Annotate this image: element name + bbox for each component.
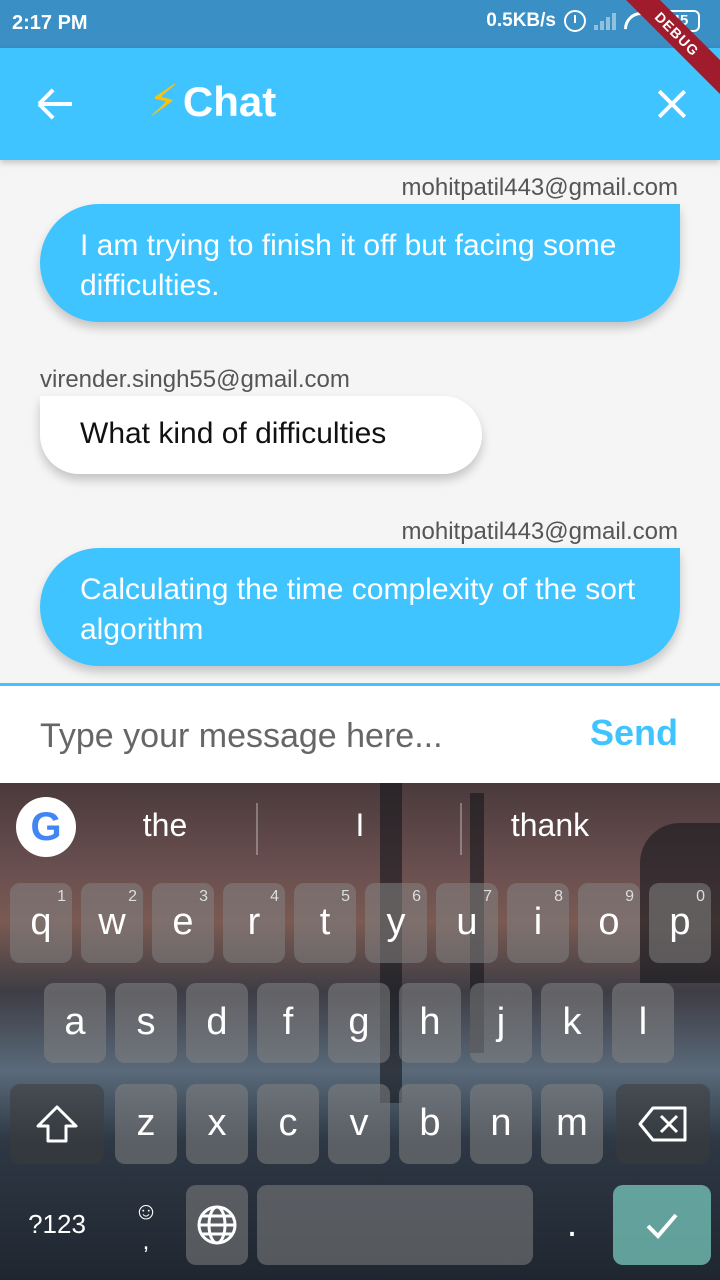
- key-label: r: [247, 901, 261, 943]
- key-o[interactable]: 9o: [578, 883, 640, 963]
- key-number-hint: 7: [483, 888, 492, 905]
- key-label: y: [386, 901, 406, 943]
- lightning-bolt-icon: ⚡: [148, 77, 179, 126]
- suggestion-bar: G the I thank: [0, 783, 720, 875]
- backspace-key[interactable]: [616, 1084, 710, 1164]
- key-u[interactable]: 7u: [436, 883, 498, 963]
- key-k[interactable]: k: [541, 983, 603, 1063]
- space-key[interactable]: [257, 1185, 533, 1265]
- google-logo-icon[interactable]: G: [16, 797, 76, 857]
- key-label: w: [98, 901, 126, 943]
- comma-label: ,: [142, 1228, 150, 1255]
- message-list[interactable]: mohitpatil443@gmail.com I am trying to f…: [0, 160, 720, 683]
- soft-keyboard: G the I thank 1q2w3e4r5t6y7u8i9o0p asdfg…: [0, 783, 720, 1280]
- key-f[interactable]: f: [257, 983, 319, 1063]
- key-number-hint: 4: [270, 888, 279, 905]
- enter-key[interactable]: [613, 1185, 711, 1265]
- key-label: u: [456, 901, 478, 943]
- key-v[interactable]: v: [328, 1084, 390, 1164]
- key-g[interactable]: g: [328, 983, 390, 1063]
- emoji-comma-key[interactable]: ☺ ,: [115, 1185, 177, 1265]
- key-number-hint: 0: [696, 888, 705, 905]
- key-w[interactable]: 2w: [81, 883, 143, 963]
- alarm-icon: [564, 10, 586, 32]
- key-e[interactable]: 3e: [152, 883, 214, 963]
- key-number-hint: 3: [199, 888, 208, 905]
- language-key[interactable]: [186, 1185, 248, 1265]
- key-n[interactable]: n: [470, 1084, 532, 1164]
- key-number-hint: 6: [412, 888, 421, 905]
- key-p[interactable]: 0p: [649, 883, 711, 963]
- message-text: What kind of difficulties: [80, 417, 387, 450]
- key-label: o: [598, 901, 620, 943]
- signal-icon: [594, 12, 616, 30]
- close-icon[interactable]: [654, 86, 690, 122]
- suggestion-item[interactable]: I: [320, 807, 400, 844]
- back-arrow-icon[interactable]: [36, 84, 76, 124]
- send-button[interactable]: Send: [590, 712, 678, 754]
- key-m[interactable]: m: [541, 1084, 603, 1164]
- message-sender: mohitpatil443@gmail.com: [401, 174, 678, 201]
- key-label: q: [30, 901, 52, 943]
- period-key[interactable]: .: [541, 1185, 603, 1265]
- key-label: e: [172, 901, 194, 943]
- message-composer: Send: [0, 683, 720, 783]
- key-h[interactable]: h: [399, 983, 461, 1063]
- network-speed: 0.5KB/s: [486, 10, 556, 31]
- app-bar: ⚡ Chat: [0, 48, 720, 160]
- message-input[interactable]: [40, 714, 560, 758]
- title-text: Chat: [182, 77, 277, 125]
- key-q[interactable]: 1q: [10, 883, 72, 963]
- key-label: p: [669, 901, 691, 943]
- key-c[interactable]: c: [257, 1084, 319, 1164]
- key-l[interactable]: l: [612, 983, 674, 1063]
- key-j[interactable]: j: [470, 983, 532, 1063]
- shift-key[interactable]: [10, 1084, 104, 1164]
- key-d[interactable]: d: [186, 983, 248, 1063]
- shift-arrow-icon: [36, 1105, 78, 1143]
- suggestion-item[interactable]: thank: [490, 807, 610, 844]
- key-r[interactable]: 4r: [223, 883, 285, 963]
- status-bar: 2:17 PM 0.5KB/s 45: [0, 0, 720, 48]
- page-title: ⚡ Chat: [148, 76, 276, 127]
- message-bubble-sent: I am trying to finish it off but facing …: [40, 204, 680, 322]
- key-number-hint: 5: [341, 888, 350, 905]
- message-text: Calculating the time complexity of the s…: [80, 573, 636, 646]
- globe-icon: [197, 1205, 237, 1245]
- message-bubble-received: What kind of difficulties: [40, 396, 482, 474]
- message-text: I am trying to finish it off but facing …: [80, 229, 617, 302]
- message-sender: mohitpatil443@gmail.com: [401, 518, 678, 545]
- key-x[interactable]: x: [186, 1084, 248, 1164]
- key-number-hint: 1: [57, 888, 66, 905]
- key-label: i: [533, 901, 543, 943]
- key-number-hint: 8: [554, 888, 563, 905]
- key-i[interactable]: 8i: [507, 883, 569, 963]
- backspace-icon: [638, 1106, 687, 1142]
- checkmark-icon: [646, 1213, 678, 1239]
- key-a[interactable]: a: [44, 983, 106, 1063]
- key-z[interactable]: z: [115, 1084, 177, 1164]
- key-number-hint: 2: [128, 888, 137, 905]
- key-s[interactable]: s: [115, 983, 177, 1063]
- message-sender: virender.singh55@gmail.com: [40, 366, 350, 393]
- message-bubble-sent: Calculating the time complexity of the s…: [40, 548, 680, 666]
- key-label: t: [319, 901, 331, 943]
- key-y[interactable]: 6y: [365, 883, 427, 963]
- key-b[interactable]: b: [399, 1084, 461, 1164]
- key-number-hint: 9: [625, 888, 634, 905]
- key-t[interactable]: 5t: [294, 883, 356, 963]
- suggestion-item[interactable]: the: [110, 807, 220, 844]
- status-time: 2:17 PM: [12, 12, 88, 34]
- symbols-key[interactable]: ?123: [10, 1185, 104, 1265]
- emoji-icon: ☺: [133, 1198, 159, 1225]
